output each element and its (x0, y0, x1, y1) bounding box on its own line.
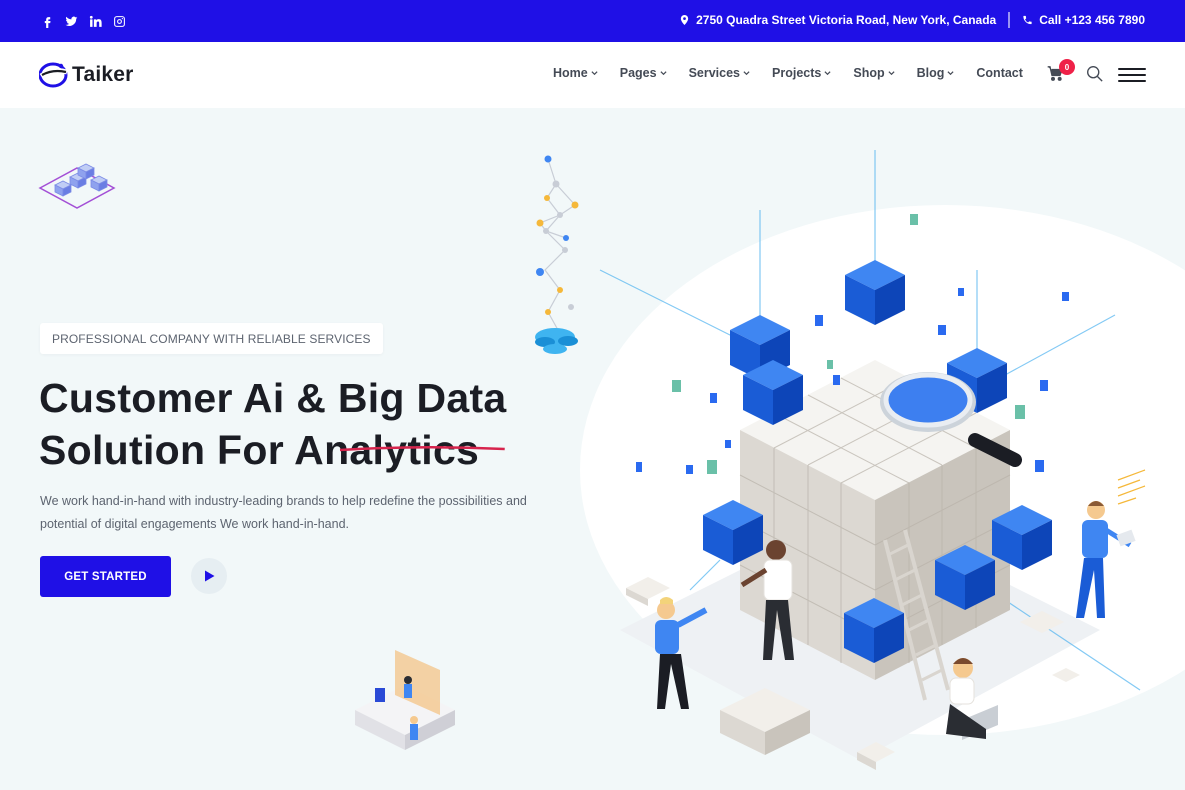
nav-label: Blog (916, 66, 945, 80)
linkedin-icon[interactable] (88, 12, 102, 30)
floating-data-bits-green (672, 214, 1025, 474)
hero-tagline: PROFESSIONAL COMPANY WITH RELIABLE SERVI… (40, 323, 383, 354)
underline-decoration (338, 413, 507, 452)
chevron-down-icon (591, 70, 598, 77)
nav-label: Pages (619, 66, 657, 80)
platform-decoration (355, 650, 455, 750)
person-tablet-right (1076, 501, 1136, 618)
cart-count-badge: 0 (1059, 59, 1075, 75)
facebook-icon[interactable] (40, 12, 54, 30)
search-icon[interactable] (1086, 65, 1104, 83)
site-header: Taiker Home Pages Services Projects Shop… (0, 42, 1185, 108)
nav-label: Home (553, 66, 588, 80)
hero-description: We work hand-in-hand with industry-leadi… (40, 494, 527, 531)
phone-link[interactable]: Call +123 456 7890 (1039, 13, 1145, 27)
menu-line (1118, 68, 1146, 70)
title-part1: Customer Ai & (39, 375, 338, 421)
small-cubes-decoration (38, 163, 116, 209)
nav-contact[interactable]: Contact (976, 66, 1023, 80)
main-nav: Home Pages Services Projects Shop Blog C… (553, 66, 1045, 80)
blue-cubes (703, 260, 1052, 663)
chevron-down-icon (947, 70, 954, 77)
person-laptop-sitting (946, 658, 998, 740)
code-snippet-decoration (1117, 469, 1146, 505)
nav-label: Services (688, 66, 741, 80)
magnifier-graphic (880, 372, 1022, 467)
logo[interactable]: Taiker (39, 60, 134, 90)
menu-line (1118, 74, 1146, 76)
instagram-icon[interactable] (112, 12, 126, 30)
get-started-button[interactable]: GET STARTED (40, 556, 171, 597)
nav-shop[interactable]: Shop (853, 66, 895, 80)
twitter-icon[interactable] (64, 12, 78, 30)
molecule-chain-graphic (535, 155, 579, 354)
play-icon (204, 570, 214, 582)
nav-services[interactable]: Services (689, 66, 750, 80)
divider (1008, 12, 1011, 28)
top-bar: 2750 Quadra Street Victoria Road, New Yo… (0, 0, 1185, 42)
map-pin-icon (679, 14, 691, 26)
light-rays (599, 150, 1141, 691)
title-highlight: Big Data (338, 372, 507, 452)
floor-shadow (620, 510, 1100, 760)
nav-label: Shop (853, 66, 885, 80)
social-links (40, 12, 126, 30)
illustration-backdrop (580, 205, 1185, 735)
nav-label: Projects (772, 66, 822, 80)
nav-pages[interactable]: Pages (620, 66, 667, 80)
chevron-down-icon (888, 70, 895, 77)
nav-label: Contact (976, 66, 1023, 80)
hamburger-menu-icon[interactable] (1118, 66, 1146, 84)
logo-mark-icon (39, 62, 68, 88)
floor-blocks (626, 577, 1080, 770)
floating-data-bits (636, 288, 1069, 474)
nav-home[interactable]: Home (553, 66, 598, 80)
menu-line (1118, 80, 1146, 82)
phone-icon (1022, 14, 1034, 26)
person-white-shirt-center (740, 540, 794, 660)
hero-title: Customer Ai & Big Data Solution For Anal… (39, 372, 599, 476)
contact-info: 2750 Quadra Street Victoria Road, New Yo… (679, 12, 1145, 28)
person-blue-shirt-left (655, 597, 708, 709)
play-video-button[interactable] (191, 558, 227, 594)
logo-text: Taiker (72, 63, 134, 86)
address-text: 2750 Quadra Street Victoria Road, New Yo… (696, 13, 997, 27)
chevron-down-icon (743, 70, 750, 77)
chevron-down-icon (824, 70, 831, 77)
ladder (883, 529, 950, 701)
chevron-down-icon (660, 70, 667, 77)
nav-projects[interactable]: Projects (772, 66, 831, 80)
nav-blog[interactable]: Blog (917, 66, 955, 80)
cube-stack (739, 360, 1011, 680)
